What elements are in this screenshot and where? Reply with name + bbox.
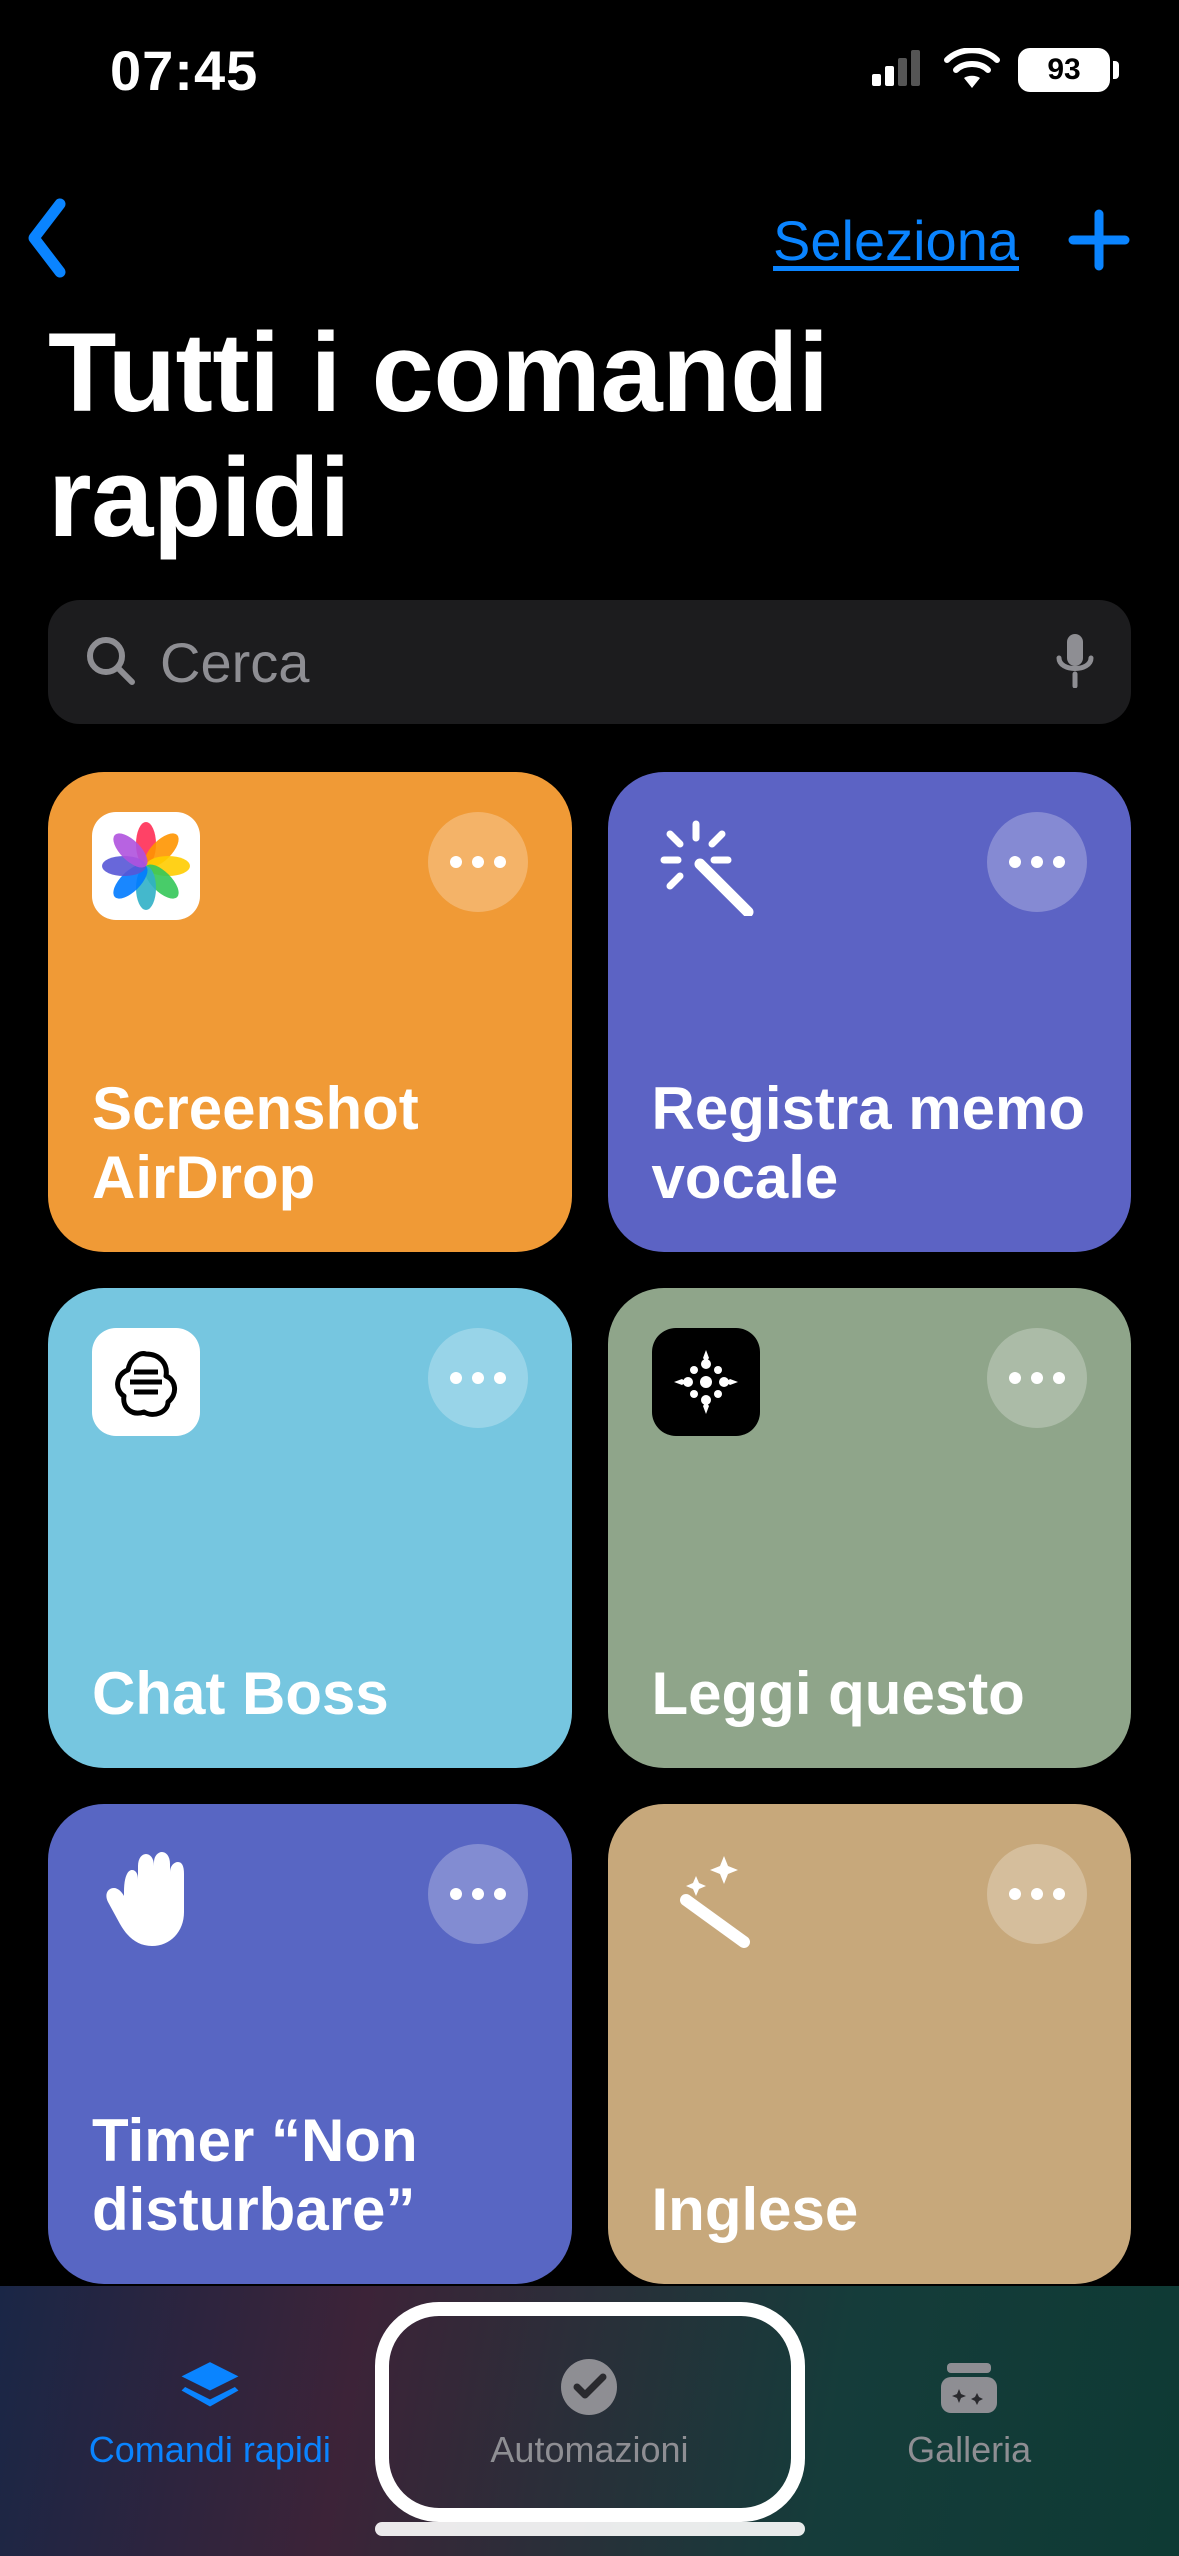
wifi-icon — [944, 48, 1000, 93]
shortcut-tile[interactable]: Timer “Non disturbare” — [48, 1804, 572, 2284]
tile-title: Leggi questo — [652, 1659, 1088, 1728]
openai-icon — [92, 1328, 200, 1436]
tab-automations[interactable]: Automazioni — [402, 2355, 778, 2471]
tile-title: Registra memo vocale — [652, 1074, 1088, 1212]
home-indicator — [375, 2522, 805, 2536]
page-title: Tutti i comandi rapidi — [48, 310, 1131, 561]
battery-indicator: 93 — [1018, 48, 1119, 92]
tile-more-button[interactable] — [428, 1328, 528, 1428]
wand-stars-icon — [652, 1844, 760, 1952]
shortcut-tile[interactable]: Screenshot AirDrop — [48, 772, 572, 1252]
status-bar: 07:45 93 — [0, 0, 1179, 140]
dictate-button[interactable] — [1055, 632, 1095, 693]
layers-icon — [178, 2355, 242, 2419]
status-indicators: 93 — [872, 48, 1119, 93]
tab-shortcuts[interactable]: Comandi rapidi — [22, 2355, 398, 2471]
photos-icon — [92, 812, 200, 920]
tile-title: Chat Boss — [92, 1659, 528, 1728]
search-input[interactable]: Cerca — [48, 600, 1131, 724]
shortcuts-grid: Screenshot AirDrop Registr — [48, 772, 1131, 2286]
cellular-icon — [872, 50, 926, 91]
shortcut-tile[interactable]: Chat Boss — [48, 1288, 572, 1768]
tile-more-button[interactable] — [987, 812, 1087, 912]
tile-more-button[interactable] — [428, 812, 528, 912]
search-icon — [84, 634, 136, 691]
shortcut-tile[interactable]: Inglese — [608, 1804, 1132, 2284]
nav-bar: Seleziona — [0, 180, 1179, 300]
hand-stop-icon — [92, 1844, 200, 1952]
tab-label: Comandi rapidi — [89, 2429, 331, 2471]
sparkle-grid-icon — [652, 1328, 760, 1436]
tile-more-button[interactable] — [987, 1328, 1087, 1428]
clock-check-icon — [557, 2355, 621, 2419]
tab-label: Galleria — [907, 2429, 1031, 2471]
tile-title: Timer “Non disturbare” — [92, 2106, 528, 2244]
shortcut-tile[interactable]: Leggi questo — [608, 1288, 1132, 1768]
tile-more-button[interactable] — [987, 1844, 1087, 1944]
search-placeholder: Cerca — [160, 630, 1031, 695]
shortcut-tile[interactable]: Registra memo vocale — [608, 772, 1132, 1252]
wand-icon — [652, 812, 760, 920]
tile-more-button[interactable] — [428, 1844, 528, 1944]
back-button[interactable] — [20, 196, 74, 285]
add-shortcut-button[interactable] — [1059, 200, 1139, 280]
status-time: 07:45 — [110, 38, 258, 103]
tile-title: Screenshot AirDrop — [92, 1074, 528, 1212]
battery-percent: 93 — [1018, 48, 1110, 92]
gallery-icon — [937, 2355, 1001, 2419]
tile-title: Inglese — [652, 2175, 1088, 2244]
tab-label: Automazioni — [490, 2429, 688, 2471]
select-button[interactable]: Seleziona — [773, 208, 1019, 273]
tab-gallery[interactable]: Galleria — [781, 2355, 1157, 2471]
tab-bar: Comandi rapidi Automazioni Galleria — [0, 2318, 1179, 2508]
